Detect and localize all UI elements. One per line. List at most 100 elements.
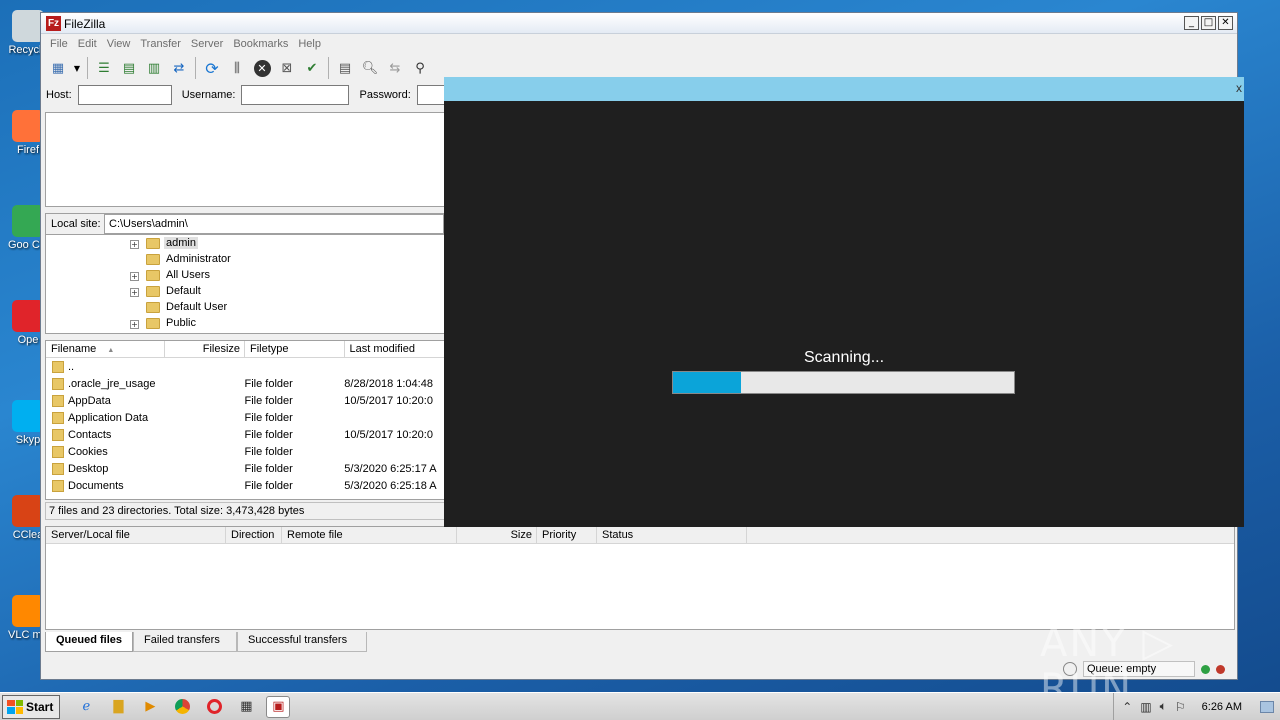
tree-item[interactable]: + admin [46,236,444,252]
network-icon[interactable]: ▥ [1140,700,1151,714]
tree-expander-icon[interactable]: + [130,288,139,297]
column-last-modified[interactable]: Last modified [345,341,444,357]
minimize-button[interactable]: _ [1184,16,1199,30]
cancel-operation-icon[interactable]: ✕ [251,57,273,79]
show-desktop-button[interactable] [1260,700,1274,713]
file-row[interactable]: Application Data File folder [46,409,444,426]
filezilla-taskbar-icon[interactable]: ▣ [266,695,291,718]
overlay-title-bar: x [444,77,1244,101]
column-filename[interactable]: Filename ▲ [46,341,166,357]
column-remote-file[interactable]: Remote file [282,527,457,543]
file-name-cell: Cookies [46,445,245,458]
taskbar: Start ℯ ▇ ▶ ▦ ▣ ⌃ ▥ 🔈︎ ⚐ 6:26 AM [0,692,1280,720]
password-input[interactable] [416,85,447,105]
tree-item[interactable]: + Default [46,284,444,300]
menu-bar: File Edit View Transfer Server Bookmarks… [41,34,1237,54]
file-name: .oracle_jre_usage [68,377,156,390]
directory-listing-filters-icon[interactable]: ▤ [334,57,356,79]
refresh-icon[interactable]: ⟳ [201,57,223,79]
tree-expander-icon[interactable]: + [130,320,139,329]
folder-icon [146,238,160,249]
menu-file[interactable]: File [45,38,73,50]
file-row[interactable]: .oracle_jre_usage File folder 8/28/2018 1:… [46,375,444,392]
file-row[interactable]: Desktop File folder 5/3/2020 6:25:17 A [46,460,444,477]
media-player-icon[interactable]: ▶ [138,696,162,718]
password-label: Password: [359,89,411,101]
chrome-icon[interactable] [170,696,194,718]
tree-item[interactable]: Default User [46,300,444,316]
reconnect-icon[interactable]: ✔ [301,57,323,79]
toggle-remote-tree-icon[interactable]: ▥ [143,57,165,79]
toolbar-divider [87,57,88,79]
title-bar[interactable]: Fz FileZilla _ □ ✕ [41,13,1237,34]
internet-explorer-icon[interactable]: ℯ [74,696,98,718]
tab-successful-transfers[interactable]: Successful transfers [237,632,368,652]
tree-expander-icon[interactable]: + [130,272,139,281]
tree-item[interactable]: Administrator [46,252,444,268]
column-size[interactable]: Size [457,527,537,543]
toolbar-divider [195,57,196,79]
file-row[interactable]: Contacts File folder 10/5/2017 10:20:0 [46,426,444,443]
window-title: FileZilla [64,17,106,31]
menu-edit[interactable]: Edit [73,38,102,50]
file-name-cell: Documents [46,479,245,492]
file-type: File folder [244,394,293,407]
disconnect-icon[interactable]: ⊠ [276,57,298,79]
start-button[interactable]: Start [2,694,61,719]
tab-failed-transfers[interactable]: Failed transfers [133,632,238,652]
calculator-icon[interactable]: ▦ [234,696,258,718]
column-direction[interactable]: Direction [226,527,282,543]
file-type: File folder [244,428,293,441]
local-directory-tree: + admin Administrator + All Users + Default Def… [45,234,445,334]
column-priority[interactable]: Priority [537,527,597,543]
file-type: File folder [244,479,293,492]
column-filetype[interactable]: Filetype [245,341,345,357]
menu-bookmarks[interactable]: Bookmarks [228,38,293,50]
site-manager-icon[interactable]: ▦ [47,57,69,79]
process-queue-icon[interactable]: ⫼ [226,57,248,79]
toggle-local-tree-icon[interactable]: ▤ [118,57,140,79]
file-row[interactable]: AppData File folder 10/5/2017 10:20:0 [46,392,444,409]
menu-server[interactable]: Server [186,38,228,50]
toggle-message-log-icon[interactable]: ☰ [93,57,115,79]
message-log[interactable] [45,112,445,207]
start-label: Start [26,699,54,714]
menu-transfer[interactable]: Transfer [135,38,186,50]
file-explorer-icon[interactable]: ▇ [106,696,130,718]
volume-icon[interactable]: 🔈︎ [1160,699,1167,714]
file-row[interactable]: Documents File folder 5/3/2020 6:25:18 A [46,477,444,494]
sort-ascending-icon: ▲ [107,347,115,354]
file-name: .. [68,360,75,373]
column-status[interactable]: Status [597,527,747,543]
file-row[interactable]: Cookies File folder [46,443,444,460]
file-row[interactable]: .. [46,358,444,375]
menu-help[interactable]: Help [293,38,326,50]
toggle-queue-icon[interactable]: ⇄ [168,57,190,79]
transfer-queue: Server/Local file Direction Remote file … [45,526,1235,630]
action-center-flag-icon[interactable]: ⚐ [1175,700,1186,714]
column-server-local-file[interactable]: Server/Local file [46,527,226,543]
column-filesize[interactable]: Filesize [165,341,246,357]
compare-directories-icon[interactable]: 🔍︎ [359,57,381,79]
host-input[interactable] [77,85,172,105]
tree-item-label: admin [164,237,198,249]
tree-expander-icon[interactable]: + [130,240,139,249]
close-button[interactable]: ✕ [1218,16,1233,30]
tree-item[interactable]: + Public [46,316,444,332]
local-site-path-input[interactable] [104,214,444,234]
dropdown-arrow-icon[interactable]: ▼ [72,57,82,79]
local-status-bar: 7 files and 23 directories. Total size: … [45,502,445,520]
menu-view[interactable]: View [102,38,136,50]
username-input[interactable] [241,85,350,105]
tray-expand-icon[interactable]: ⌃ [1122,700,1132,714]
clock[interactable]: 6:26 AM [1202,701,1242,713]
sync-browsing-icon[interactable]: ⇆ [384,57,406,79]
opera-icon[interactable] [202,696,226,718]
tab-queued-files[interactable]: Queued files [45,632,134,652]
maximize-button[interactable]: □ [1201,16,1216,30]
search-remote-files-icon[interactable]: ⚲ [409,57,431,79]
file-name-cell: Contacts [46,428,245,441]
overlay-close-button[interactable]: x [1236,81,1242,95]
file-name-cell: AppData [46,394,245,407]
tree-item[interactable]: + All Users [46,268,444,284]
